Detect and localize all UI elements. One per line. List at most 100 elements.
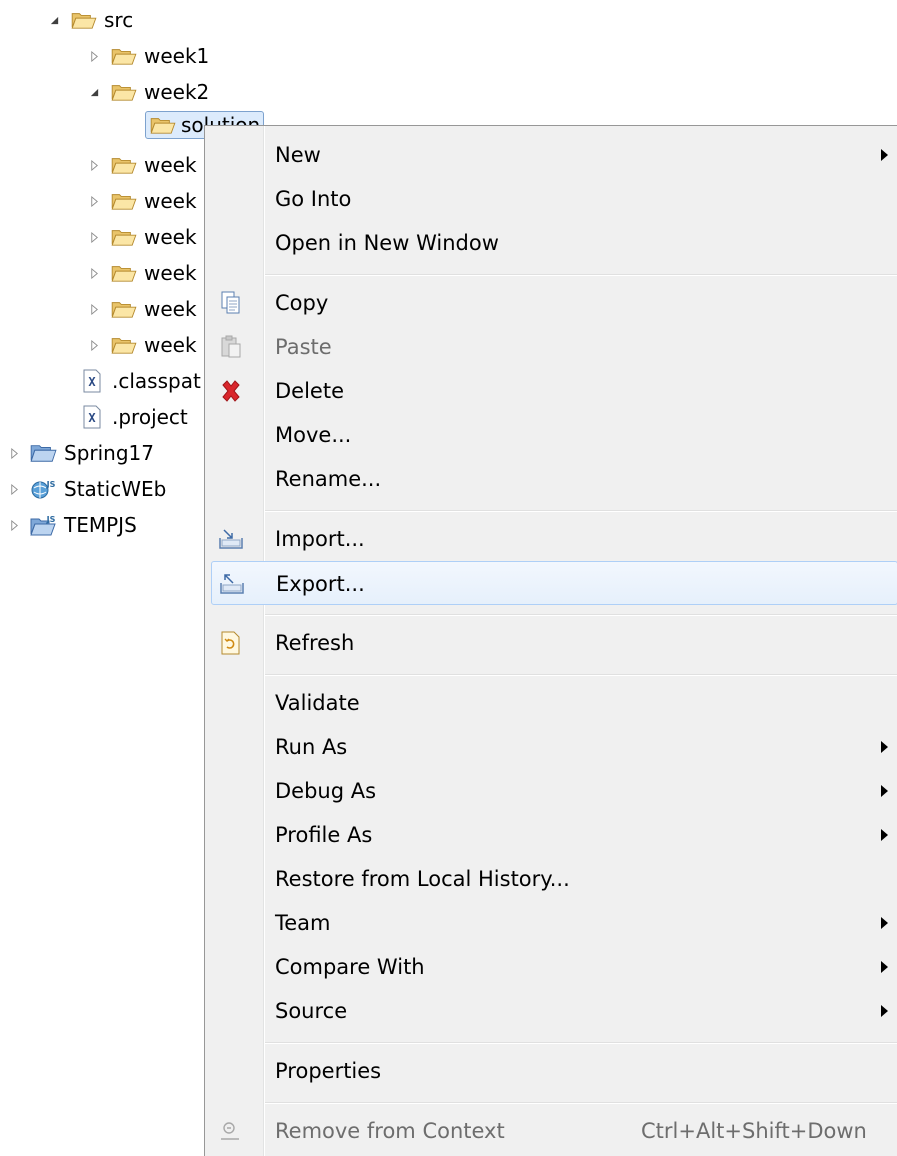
menu-item-label: Refresh — [275, 631, 355, 655]
import-icon — [217, 525, 245, 553]
folder-icon — [110, 153, 138, 177]
menu-separator — [265, 274, 897, 276]
eclipse-workspace: X src week1 week2 solut — [0, 0, 897, 1156]
menu-item-label: Open in New Window — [275, 231, 499, 255]
menu-item-export-highlighted[interactable]: Export... — [211, 561, 897, 605]
tree-node-week[interactable]: week — [86, 258, 197, 288]
collapsed-arrow-icon[interactable] — [6, 481, 22, 497]
collapsed-arrow-icon[interactable] — [86, 301, 102, 317]
menu-item-label: Remove from Context — [275, 1119, 505, 1143]
tree-node-label: .project — [112, 405, 188, 429]
menu-item-label: New — [275, 143, 321, 167]
refresh-icon — [217, 629, 245, 657]
menu-item-delete[interactable]: Delete — [205, 369, 897, 413]
menu-item-compare-with[interactable]: Compare With — [205, 945, 897, 989]
tree-node-week1[interactable]: week1 — [86, 41, 209, 71]
tree-node-spring17[interactable]: Spring17 — [6, 438, 154, 468]
xml-file-icon — [78, 369, 106, 393]
menu-item-run-as[interactable]: Run As — [205, 725, 897, 769]
menu-item-label: Profile As — [275, 823, 373, 847]
menu-item-label: Validate — [275, 691, 360, 715]
menu-item-label: Rename... — [275, 467, 382, 491]
folder-icon — [110, 189, 138, 213]
menu-item-open-in-new-window[interactable]: Open in New Window — [205, 221, 897, 265]
copy-icon — [217, 289, 245, 317]
menu-item-label: Copy — [275, 291, 329, 315]
tree-node-label: week — [144, 225, 197, 249]
tree-node-label: week1 — [144, 44, 210, 68]
delete-x-icon — [217, 377, 245, 405]
menu-item-label: Properties — [275, 1059, 382, 1083]
tree-node-week[interactable]: week — [86, 150, 197, 180]
menu-item-label: Compare With — [275, 955, 425, 979]
menu-item-label: Run As — [275, 735, 348, 759]
menu-item-label: Source — [275, 999, 348, 1023]
js-project-icon: JS — [30, 513, 58, 537]
tree-node-classpath[interactable]: .classpat — [78, 366, 201, 396]
tree-node-label: week — [144, 297, 197, 321]
tree-node-label: week — [144, 333, 197, 357]
tree-node-tempjs[interactable]: JS TEMPJS — [6, 510, 137, 540]
tree-node-label: week2 — [144, 80, 210, 104]
collapsed-arrow-icon[interactable] — [6, 517, 22, 533]
collapsed-arrow-icon[interactable] — [86, 193, 102, 209]
menu-item-remove-from-context[interactable]: Remove from Context Ctrl+Alt+Shift+Down — [205, 1109, 897, 1153]
submenu-arrow-icon — [881, 961, 888, 973]
menu-separator — [265, 1042, 897, 1044]
menu-item-refresh[interactable]: Refresh — [205, 621, 897, 665]
expanded-arrow-icon[interactable] — [86, 84, 102, 100]
paste-icon — [217, 333, 245, 361]
tree-node-week[interactable]: week — [86, 330, 197, 360]
menu-item-restore-from-local-history[interactable]: Restore from Local History... — [205, 857, 897, 901]
folder-icon — [110, 80, 138, 104]
menu-separator — [265, 1102, 897, 1104]
tree-node-week[interactable]: week — [86, 294, 197, 324]
menu-item-shortcut: Ctrl+Alt+Shift+Down — [641, 1119, 867, 1143]
collapsed-arrow-icon[interactable] — [86, 48, 102, 64]
tree-node-project[interactable]: .project — [78, 402, 188, 432]
menu-separator — [265, 614, 897, 616]
folder-icon — [149, 113, 177, 137]
menu-item-properties[interactable]: Properties — [205, 1049, 897, 1093]
menu-item-team[interactable]: Team — [205, 901, 897, 945]
menu-separator — [265, 510, 897, 512]
collapsed-arrow-icon[interactable] — [86, 265, 102, 281]
menu-item-paste[interactable]: Paste — [205, 325, 897, 369]
menu-item-rename[interactable]: Rename... — [205, 457, 897, 501]
project-folder-icon — [30, 441, 58, 465]
context-menu: New Go Into Open in New Window Copy Past… — [204, 125, 897, 1156]
collapsed-arrow-icon[interactable] — [86, 229, 102, 245]
tree-node-src[interactable]: src — [46, 5, 133, 35]
tree-node-label: week — [144, 153, 197, 177]
submenu-arrow-icon — [881, 829, 888, 841]
menu-item-label: Paste — [275, 335, 332, 359]
submenu-arrow-icon — [881, 785, 888, 797]
menu-item-label: Team — [275, 911, 331, 935]
menu-item-debug-as[interactable]: Debug As — [205, 769, 897, 813]
menu-item-new[interactable]: New — [205, 133, 897, 177]
tree-node-label: StaticWEb — [64, 477, 167, 501]
folder-icon — [110, 44, 138, 68]
tree-node-label: week — [144, 261, 197, 285]
menu-item-import[interactable]: Import... — [205, 517, 897, 561]
menu-item-go-into[interactable]: Go Into — [205, 177, 897, 221]
tree-node-label: Spring17 — [64, 441, 154, 465]
tree-node-week[interactable]: week — [86, 186, 197, 216]
tree-node-label: week — [144, 189, 197, 213]
collapsed-arrow-icon[interactable] — [86, 337, 102, 353]
expanded-arrow-icon[interactable] — [46, 12, 62, 28]
tree-node-staticweb[interactable]: JS StaticWEb — [6, 474, 166, 504]
tree-node-week[interactable]: week — [86, 222, 197, 252]
menu-item-profile-as[interactable]: Profile As — [205, 813, 897, 857]
tree-node-week2[interactable]: week2 — [86, 77, 209, 107]
menu-item-label: Delete — [275, 379, 344, 403]
collapsed-arrow-icon[interactable] — [86, 157, 102, 173]
menu-item-validate[interactable]: Validate — [205, 681, 897, 725]
menu-item-label: Go Into — [275, 187, 352, 211]
menu-item-copy[interactable]: Copy — [205, 281, 897, 325]
menu-item-move[interactable]: Move... — [205, 413, 897, 457]
collapsed-arrow-icon[interactable] — [6, 445, 22, 461]
menu-item-source[interactable]: Source — [205, 989, 897, 1033]
submenu-arrow-icon — [881, 1005, 888, 1017]
submenu-arrow-icon — [881, 917, 888, 929]
